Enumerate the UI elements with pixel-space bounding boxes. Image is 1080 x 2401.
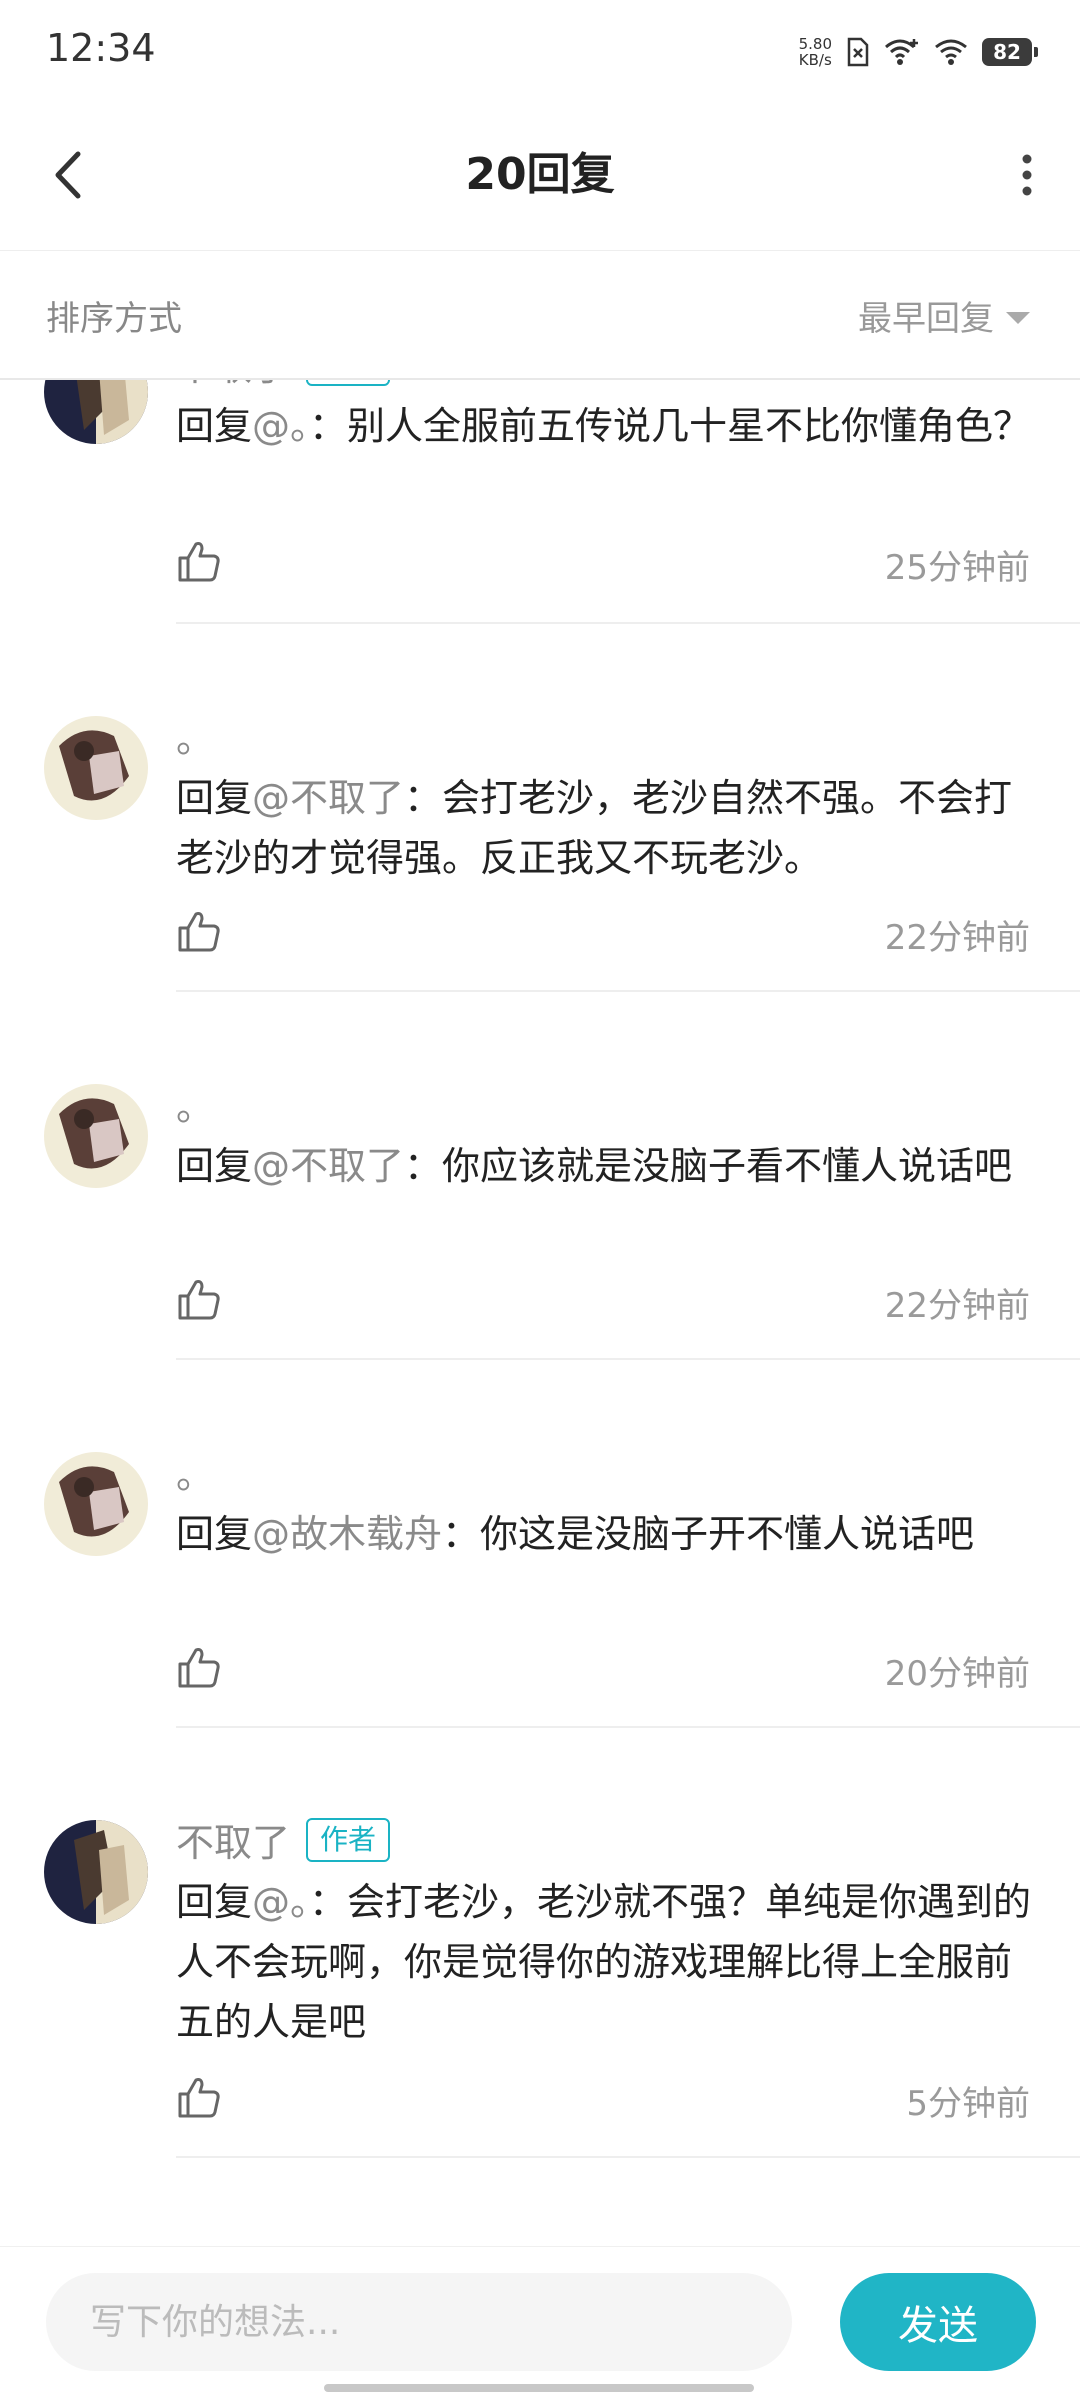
comment-item: 。 回复@不取了：会打老沙，老沙自然不强。不会打老沙的才觉得强。反正我又不玩老沙…: [0, 708, 1080, 1076]
comment-text[interactable]: 回复@。：别人全服前五传说几十星不比你懂角色？: [176, 396, 1036, 456]
page-title: 20回复: [465, 149, 615, 200]
avatar[interactable]: [44, 1452, 148, 1556]
comment-list[interactable]: 不取了 作者 回复@。：别人全服前五传说几十星不比你懂角色？ 25分钟前 。 回…: [0, 380, 1080, 2246]
avatar[interactable]: [44, 716, 148, 820]
avatar[interactable]: [44, 380, 148, 444]
sort-label: 排序方式: [46, 299, 182, 339]
send-button[interactable]: 发送: [840, 2273, 1036, 2371]
network-speed: 5.80 KB/s: [798, 35, 832, 69]
thumbs-up-icon[interactable]: [176, 1644, 222, 1690]
header: 20回复: [0, 100, 1080, 251]
comment-time: 25分钟前: [884, 548, 1030, 588]
thumbs-up-icon[interactable]: [176, 538, 222, 584]
comment-item: 。 回复@故木载舟：你这是没脑子开不懂人说话吧 20分钟前: [0, 1444, 1080, 1812]
sort-selected: 最早回复: [858, 299, 994, 339]
comment-item: 不取了 作者 回复@。：别人全服前五传说几十星不比你懂角色？ 25分钟前: [0, 380, 1080, 670]
comment-text[interactable]: 回复@不取了：你应该就是没脑子看不懂人说话吧: [176, 1136, 1036, 1196]
mention-link[interactable]: @不取了: [252, 776, 404, 820]
battery-icon: 82: [982, 38, 1038, 66]
avatar-image: [44, 1452, 148, 1556]
reply-input[interactable]: [46, 2273, 792, 2371]
author-badge: 作者: [306, 1817, 391, 1862]
comment-text[interactable]: 回复@。：会打老沙，老沙就不强？单纯是你遇到的人不会玩啊，你是觉得你的游戏理解比…: [176, 1872, 1036, 2052]
more-options-button[interactable]: [980, 140, 1050, 210]
author-row: 不取了 作者: [176, 1812, 391, 1867]
avatar[interactable]: [44, 1084, 148, 1188]
thumbs-up-icon[interactable]: [176, 2074, 222, 2120]
comment-text[interactable]: 回复@不取了：会打老沙，老沙自然不强。不会打老沙的才觉得强。反正我又不玩老沙。: [176, 768, 1036, 888]
wifi-icon: [935, 39, 967, 65]
comment-time: 22分钟前: [884, 918, 1030, 958]
comment-item: 不取了 作者 回复@。：会打老沙，老沙就不强？单纯是你遇到的人不会玩啊，你是觉得…: [0, 1812, 1080, 2242]
author-row: 。: [176, 1076, 214, 1131]
avatar-image: [44, 716, 148, 820]
divider: [176, 622, 1080, 624]
home-indicator[interactable]: [324, 2384, 754, 2392]
divider: [176, 1358, 1080, 1360]
more-vertical-icon: [1022, 154, 1032, 196]
status-time: 12:34: [46, 26, 156, 70]
thumbs-up-icon[interactable]: [176, 1276, 222, 1322]
wifi-plus-icon: [885, 39, 918, 65]
comment-item: 。 回复@不取了：你应该就是没脑子看不懂人说话吧 22分钟前: [0, 1076, 1080, 1444]
comment-time: 20分钟前: [884, 1654, 1030, 1694]
author-name[interactable]: 不取了: [176, 1812, 290, 1867]
avatar-image: [44, 380, 148, 444]
caret-down-icon: [1006, 311, 1030, 324]
author-row: 不取了 作者: [176, 380, 391, 391]
no-sim-icon: [847, 37, 869, 67]
author-row: 。: [176, 708, 214, 763]
mention-link[interactable]: @故木载舟: [252, 1512, 442, 1556]
avatar[interactable]: [44, 1820, 148, 1924]
comment-time: 22分钟前: [884, 1286, 1030, 1326]
sort-bar: 排序方式 最早回复: [0, 251, 1080, 380]
mention-link[interactable]: @。: [252, 404, 309, 448]
comment-time: 5分钟前: [906, 2084, 1030, 2124]
avatar-image: [44, 1084, 148, 1188]
author-name[interactable]: 不取了: [176, 380, 290, 391]
author-row: 。: [176, 1444, 214, 1499]
author-name[interactable]: 。: [176, 1076, 214, 1131]
author-name[interactable]: 。: [176, 708, 214, 763]
reply-input-bar: 发送: [0, 2246, 1080, 2401]
mention-link[interactable]: @不取了: [252, 1144, 404, 1188]
author-name[interactable]: 。: [176, 1444, 214, 1499]
divider: [176, 990, 1080, 992]
mention-link[interactable]: @。: [252, 1880, 309, 1924]
divider: [176, 2156, 1080, 2158]
status-icons: 5.80 KB/s 82: [798, 30, 1038, 74]
divider: [176, 1726, 1080, 1728]
status-bar: 12:34 5.80 KB/s 82: [0, 0, 1080, 100]
avatar-image: [44, 1820, 148, 1924]
sort-dropdown[interactable]: 最早回复: [858, 291, 1030, 340]
thumbs-up-icon[interactable]: [176, 908, 222, 954]
comment-text[interactable]: 回复@故木载舟：你这是没脑子开不懂人说话吧: [176, 1504, 1036, 1564]
author-badge: 作者: [306, 380, 391, 386]
